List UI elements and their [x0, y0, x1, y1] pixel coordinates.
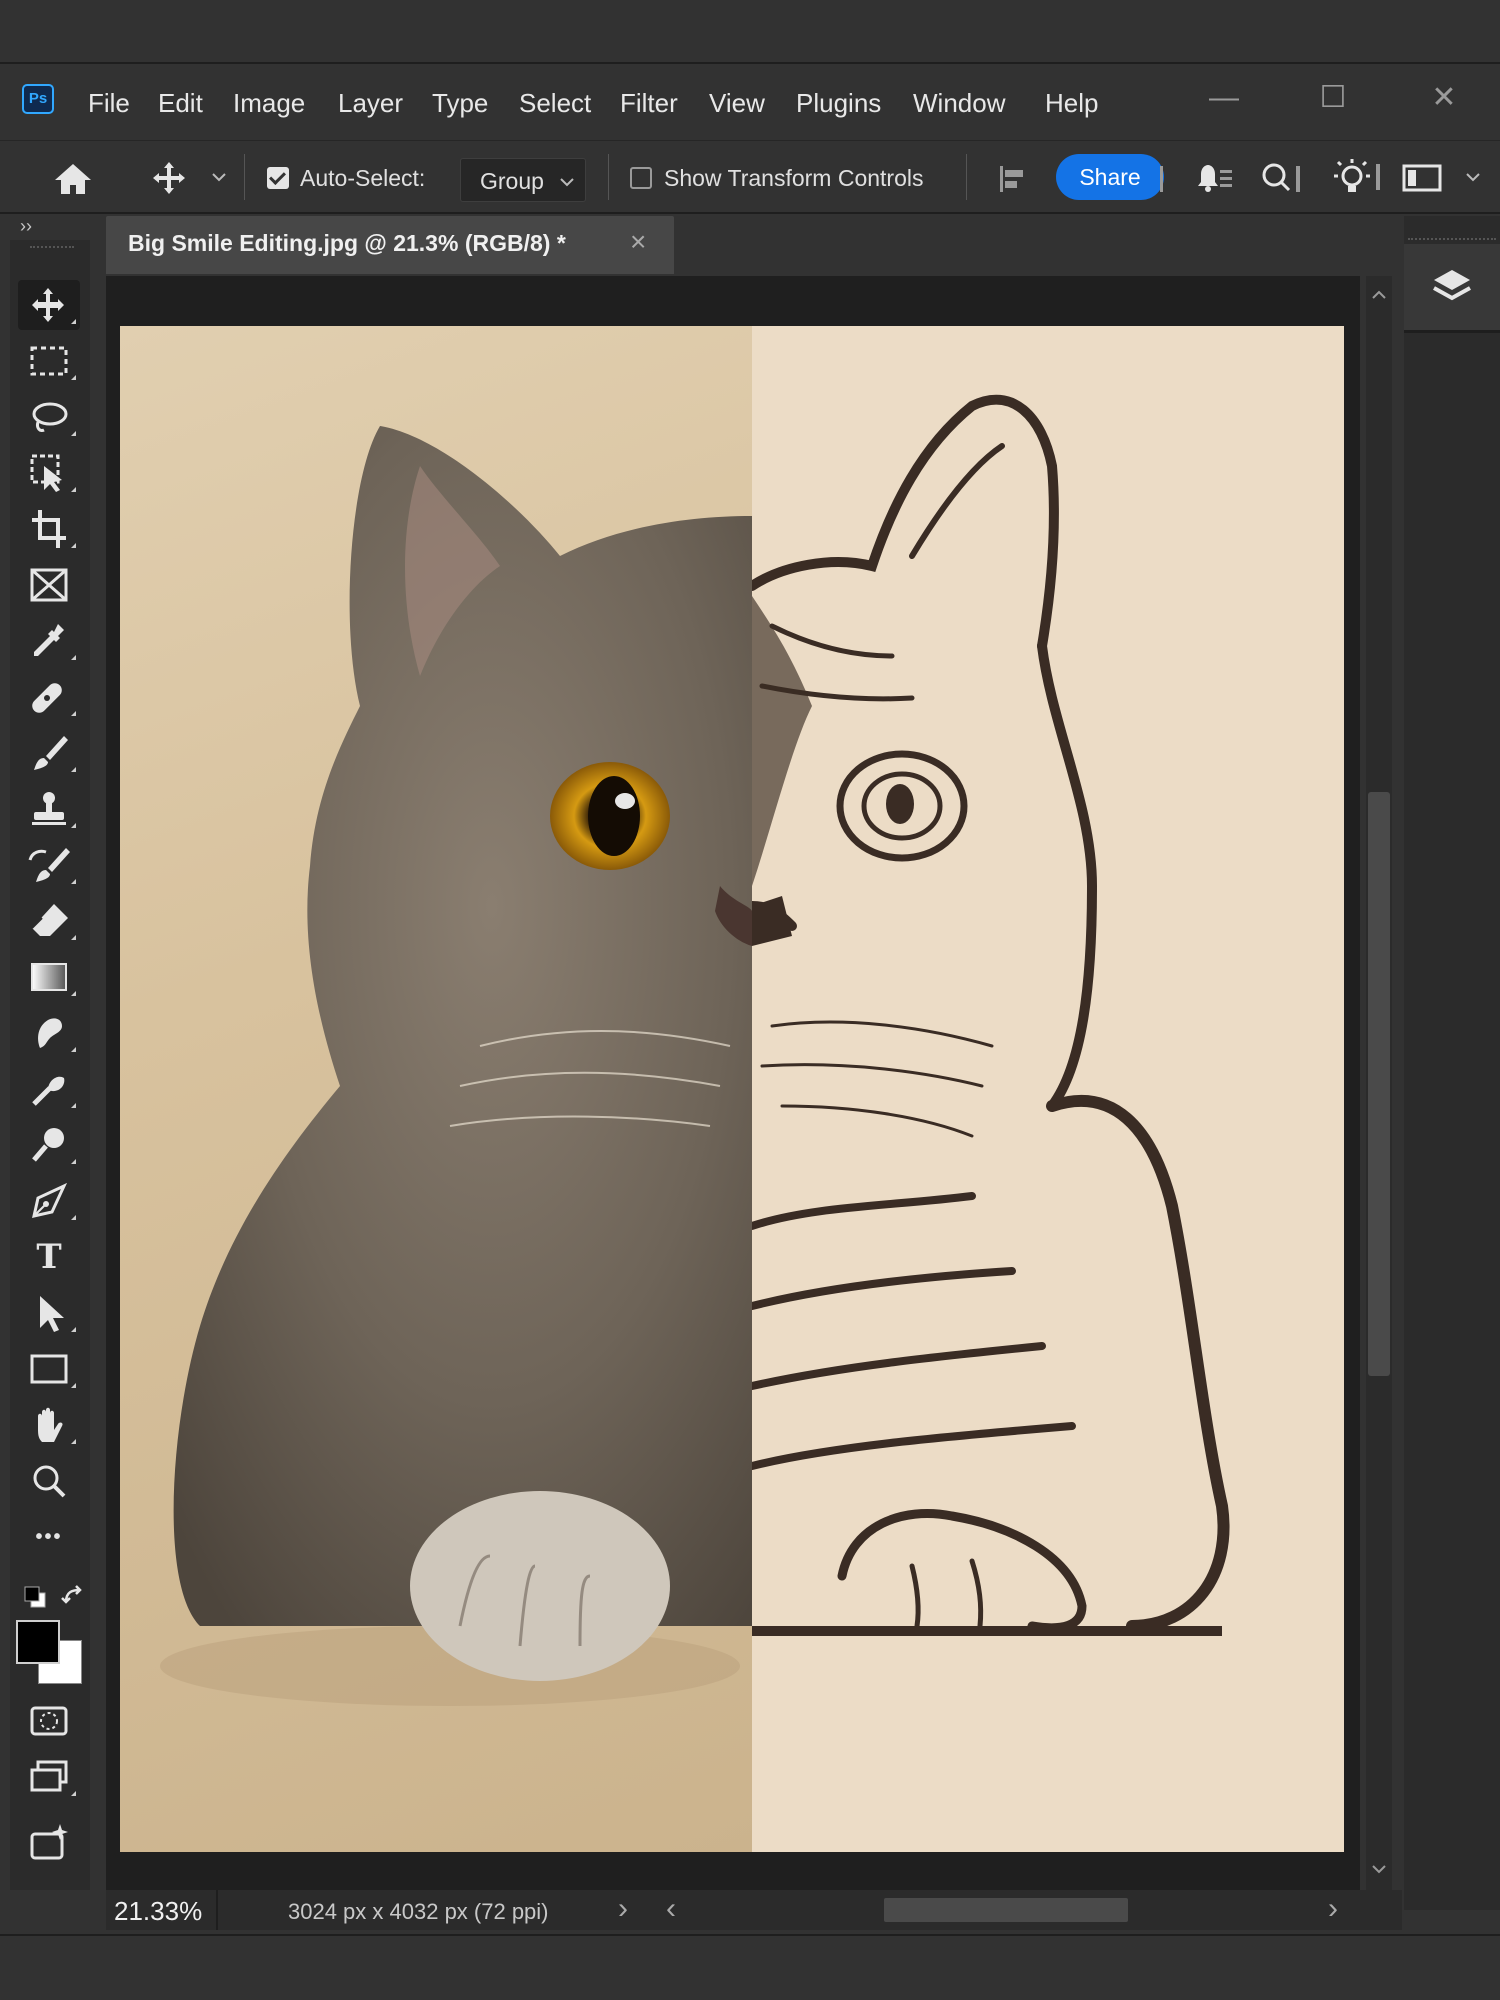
layers-icon	[1433, 270, 1471, 301]
healing-brush-tool-icon[interactable]	[18, 672, 80, 722]
scroll-left-icon[interactable]: ‹	[666, 1892, 676, 1926]
swap-colors-icon[interactable]	[60, 1584, 88, 1610]
close-tab-icon[interactable]: ×	[630, 226, 646, 258]
right-panel-dock	[1404, 216, 1500, 1910]
eyedropper-tool-icon[interactable]	[18, 616, 80, 666]
menu-help[interactable]: Help	[1045, 86, 1098, 120]
title-strip	[0, 0, 1500, 64]
collapse-left-panel-icon[interactable]: ››	[20, 216, 32, 237]
show-transform-label: Show Transform Controls	[664, 165, 924, 191]
minimize-button[interactable]: —	[1204, 78, 1244, 118]
layers-panel-button[interactable]	[1404, 244, 1500, 330]
more-tools-icon[interactable]: •••	[18, 1512, 80, 1562]
show-transform-checkbox[interactable]	[630, 167, 652, 189]
document-tab[interactable]: Big Smile Editing.jpg @ 21.3% (RGB/8) * …	[106, 216, 674, 274]
status-divider	[216, 1890, 218, 1930]
align-left-icon[interactable]	[996, 158, 1026, 198]
move-tool-preset-icon[interactable]	[148, 158, 190, 198]
vertical-scroll-thumb[interactable]	[1368, 792, 1390, 1376]
generative-ai-icon[interactable]	[18, 1818, 80, 1868]
move-tool-icon[interactable]	[18, 280, 80, 330]
chevron-down-icon	[560, 178, 574, 187]
clone-stamp-tool-icon[interactable]	[18, 784, 80, 834]
close-window-button[interactable]: ✕	[1424, 78, 1464, 118]
chevron-down-icon[interactable]	[1462, 166, 1484, 188]
history-brush-tool-icon[interactable]	[18, 840, 80, 890]
gradient-tool-icon[interactable]	[18, 952, 80, 1002]
options-divider	[244, 154, 245, 200]
pen-tool-icon[interactable]	[18, 1176, 80, 1226]
workspace-icon[interactable]	[1398, 158, 1446, 198]
dock-grip	[1408, 238, 1496, 242]
chevron-down-icon[interactable]	[208, 166, 230, 188]
menu-plugins[interactable]: Plugins	[796, 86, 881, 120]
auto-select-value: Group	[480, 168, 544, 194]
crop-tool-icon[interactable]	[18, 504, 80, 554]
default-colors-icon[interactable]	[22, 1584, 48, 1610]
auto-select-label: Auto-Select:	[300, 165, 426, 191]
menu-edit[interactable]: Edit	[158, 86, 203, 120]
object-selection-tool-icon[interactable]	[18, 448, 80, 498]
maximize-button[interactable]: ☐	[1313, 78, 1353, 118]
menu-type[interactable]: Type	[432, 86, 488, 120]
photoshop-logo: Ps	[22, 84, 54, 114]
foreground-color-swatch[interactable]	[16, 1620, 60, 1664]
search-icon[interactable]	[1256, 158, 1308, 198]
menu-image[interactable]: Image	[233, 86, 305, 120]
menu-file[interactable]: File	[88, 86, 130, 120]
scroll-down-icon[interactable]	[1368, 1858, 1390, 1880]
dock-divider	[1404, 330, 1500, 333]
options-divider	[966, 154, 967, 200]
marquee-tool-icon[interactable]	[18, 336, 80, 386]
menu-select[interactable]: Select	[519, 86, 591, 120]
cat-photo-left-half	[120, 326, 752, 1852]
auto-select-checkbox[interactable]	[267, 167, 289, 189]
discover-lightbulb-icon[interactable]	[1330, 154, 1384, 200]
hand-tool-icon[interactable]	[18, 1400, 80, 1450]
type-tool-icon[interactable]: T	[18, 1232, 80, 1282]
zoom-level[interactable]: 21.33%	[114, 1896, 202, 1927]
frame-tool-icon[interactable]	[18, 560, 80, 610]
burn-tool-icon[interactable]	[18, 1064, 80, 1114]
document-dimensions: 3024 px x 4032 px (72 ppi)	[288, 1899, 549, 1924]
document-tab-title: Big Smile Editing.jpg @ 21.3% (RGB/8) *	[128, 230, 566, 256]
menu-window[interactable]: Window	[913, 86, 1005, 120]
align-right-icon[interactable]	[1146, 158, 1166, 198]
menu-view[interactable]: View	[709, 86, 765, 120]
options-divider	[608, 154, 609, 200]
notification-bell-icon[interactable]	[1182, 156, 1234, 200]
auto-select-dropdown[interactable]: Group	[460, 158, 586, 202]
scroll-right-icon[interactable]: ›	[1328, 1892, 1338, 1926]
brush-tool-icon[interactable]	[18, 728, 80, 778]
home-icon[interactable]	[50, 158, 96, 198]
screen-mode-icon[interactable]	[18, 1752, 80, 1802]
status-menu-arrow-icon[interactable]: ›	[618, 1892, 628, 1926]
eraser-tool-icon[interactable]	[18, 896, 80, 946]
rectangle-tool-icon[interactable]	[18, 1344, 80, 1394]
smudge-tool-icon[interactable]	[18, 1008, 80, 1058]
lasso-tool-icon[interactable]	[18, 392, 80, 442]
quick-mask-icon[interactable]	[18, 1696, 80, 1746]
menu-layer[interactable]: Layer	[338, 86, 403, 120]
horizontal-scroll-thumb[interactable]	[884, 1898, 1128, 1922]
bottom-strip	[0, 1934, 1500, 2000]
menu-filter[interactable]: Filter	[620, 86, 678, 120]
scroll-up-icon[interactable]	[1368, 284, 1390, 306]
path-selection-tool-icon[interactable]	[18, 1288, 80, 1338]
zoom-tool-icon[interactable]	[18, 1456, 80, 1506]
cat-sketch-right-half	[752, 326, 1344, 1852]
status-bar: 21.33% 3024 px x 4032 px (72 ppi) › ‹ ›	[106, 1890, 1402, 1930]
dodge-tool-icon[interactable]	[18, 1120, 80, 1170]
toolbar-grip	[30, 246, 74, 250]
